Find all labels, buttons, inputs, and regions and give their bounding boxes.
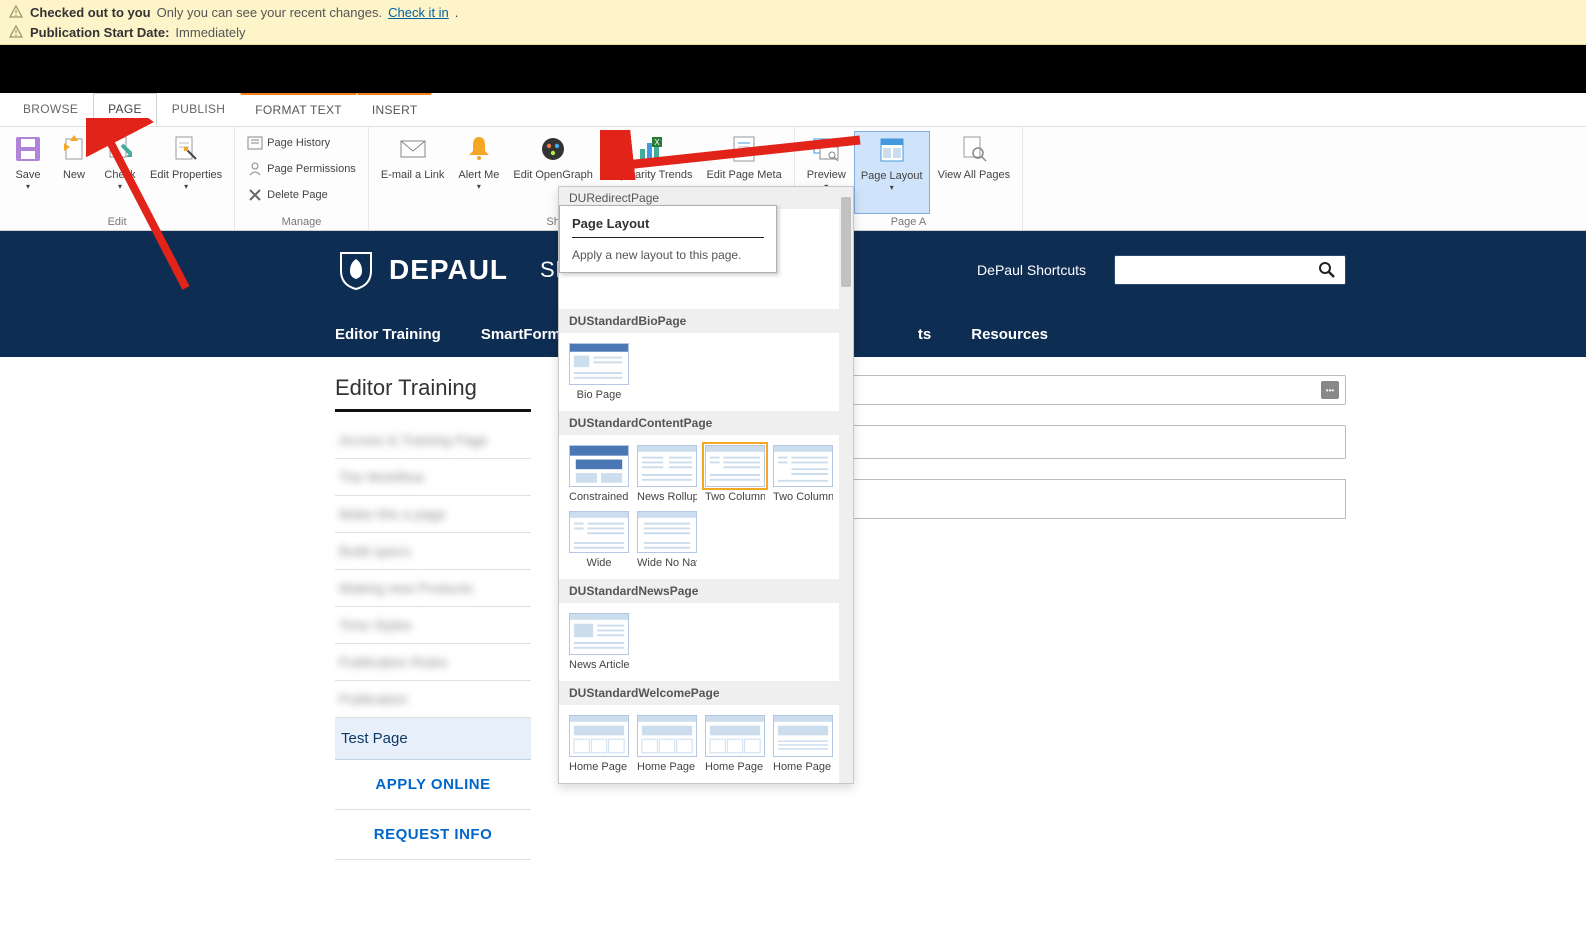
scrollbar-thumb[interactable] <box>841 197 851 287</box>
layout-wide[interactable]: Wide <box>569 511 629 569</box>
layout-bio-page[interactable]: Bio Page <box>569 343 629 401</box>
checked-out-label: Checked out to you <box>30 5 151 20</box>
layout-home-2[interactable]: Home Page 2 <box>637 715 697 773</box>
nav-item-cut[interactable]: ts <box>918 326 931 343</box>
ribbon-tabs: BROWSE PAGE PUBLISH FORMAT TEXT INSERT <box>0 93 1586 127</box>
side-nav-title: Editor Training <box>335 375 531 412</box>
edit-properties-button[interactable]: Edit Properties▾ <box>144 131 228 214</box>
request-info-button[interactable]: REQUEST INFO <box>335 810 531 860</box>
side-nav-item-active[interactable]: Test Page <box>335 718 531 760</box>
checked-out-text: Only you can see your recent changes. <box>157 5 382 20</box>
email-icon <box>397 133 429 165</box>
side-nav-item[interactable]: Build specs <box>335 533 531 570</box>
group-manage-label: Manage <box>241 214 362 228</box>
save-button[interactable]: Save▾ <box>6 131 50 214</box>
layout-constrained-landing[interactable]: Constrained Landing Page <box>569 445 629 503</box>
page-history-button[interactable]: Page History <box>243 133 360 153</box>
search-input[interactable] <box>1123 263 1317 278</box>
tab-page[interactable]: PAGE <box>93 93 157 126</box>
opengraph-icon <box>537 133 569 165</box>
layout-news-rollup[interactable]: News Rollup 2 <box>637 445 697 503</box>
ribbon-group-edit: Save▾ New Check▾ Edit Properties▾ Edit <box>0 127 235 230</box>
alert-me-button[interactable]: Alert Me▾ <box>452 131 505 214</box>
page-layout-flyout: DURedirectPage Page Layout Apply a new l… <box>558 186 854 784</box>
layout-home-4[interactable]: Home Page 4 <box>773 715 833 773</box>
view-all-icon <box>958 133 990 165</box>
svg-text:X: X <box>654 138 660 147</box>
side-nav-item[interactable]: Making new Products <box>335 570 531 607</box>
shield-icon <box>335 249 377 291</box>
tab-publish[interactable]: PUBLISH <box>157 93 240 126</box>
side-nav-item[interactable]: Time Styles <box>335 607 531 644</box>
email-link-button[interactable]: E-mail a Link <box>375 131 451 214</box>
shortcuts-link[interactable]: DePaul Shortcuts <box>977 262 1086 278</box>
edit-properties-icon <box>170 133 202 165</box>
layout-news-article[interactable]: News Article 2 <box>569 613 629 671</box>
field-handle-icon[interactable]: ••• <box>1321 381 1339 399</box>
layout-section-news: DUStandardNewsPage <box>559 579 853 603</box>
pub-date-value: Immediately <box>175 25 245 40</box>
layout-section-bio: DUStandardBioPage <box>559 309 853 333</box>
permissions-icon <box>247 161 263 177</box>
page-permissions-button[interactable]: Page Permissions <box>243 159 360 179</box>
notification-bar: Checked out to you Only you can see your… <box>0 0 1586 45</box>
side-nav-item[interactable]: Access & Training Page <box>335 422 531 459</box>
history-icon <box>247 135 263 151</box>
apply-online-button[interactable]: APPLY ONLINE <box>335 760 531 810</box>
suite-bar <box>0 45 1586 93</box>
delete-page-button[interactable]: Delete Page <box>243 185 360 205</box>
page-layout-tooltip: Page Layout Apply a new layout to this p… <box>559 205 777 273</box>
side-nav-item[interactable]: Publication <box>335 681 531 718</box>
layout-two-column-two-area[interactable]: Two Column Two Area <box>773 445 833 503</box>
new-icon <box>58 133 90 165</box>
layout-home-3[interactable]: Home Page 3 <box>705 715 765 773</box>
new-button[interactable]: New <box>52 131 96 214</box>
tab-insert[interactable]: INSERT <box>357 93 433 126</box>
save-icon <box>12 133 44 165</box>
layout-section-content: DUStandardContentPage <box>559 411 853 435</box>
check-button[interactable]: Check▾ <box>98 131 142 214</box>
alert-icon <box>463 133 495 165</box>
view-all-pages-button[interactable]: View All Pages <box>932 131 1017 214</box>
trends-icon: X <box>634 133 666 165</box>
warning-icon <box>8 24 24 40</box>
pub-date-label: Publication Start Date: <box>30 25 169 40</box>
check-icon <box>104 133 136 165</box>
search-icon[interactable] <box>1317 260 1337 280</box>
delete-icon <box>247 187 263 203</box>
side-nav-item[interactable]: Make this a page <box>335 496 531 533</box>
preview-icon <box>810 133 842 165</box>
side-nav: Editor Training Access & Training Page T… <box>335 375 531 860</box>
tab-browse[interactable]: BROWSE <box>8 93 93 126</box>
nav-editor-training[interactable]: Editor Training <box>335 326 441 343</box>
side-nav-item[interactable]: Publication Rules <box>335 644 531 681</box>
nav-resources[interactable]: Resources <box>971 326 1048 343</box>
check-it-in-link[interactable]: Check it in <box>388 5 449 20</box>
flyout-scrollbar[interactable] <box>839 187 853 783</box>
layout-home-1[interactable]: Home Page 1 <box>569 715 629 773</box>
group-edit-label: Edit <box>6 214 228 228</box>
tooltip-desc: Apply a new layout to this page. <box>572 248 764 262</box>
layout-section-welcome: DUStandardWelcomePage <box>559 681 853 705</box>
page-layout-icon <box>876 134 908 166</box>
meta-icon <box>728 133 760 165</box>
search-box[interactable] <box>1114 255 1346 285</box>
side-nav-item[interactable]: The Workflow <box>335 459 531 496</box>
page-layout-button[interactable]: Page Layout▾ <box>854 131 930 214</box>
ribbon-group-manage: Page History Page Permissions Delete Pag… <box>235 127 369 230</box>
warning-icon <box>8 4 24 20</box>
tooltip-title: Page Layout <box>572 216 649 231</box>
layout-wide-no-nav[interactable]: Wide No Nav <box>637 511 697 569</box>
tab-format-text[interactable]: FORMAT TEXT <box>240 93 357 126</box>
layout-two-column[interactable]: Two Column Layout <box>705 445 765 503</box>
